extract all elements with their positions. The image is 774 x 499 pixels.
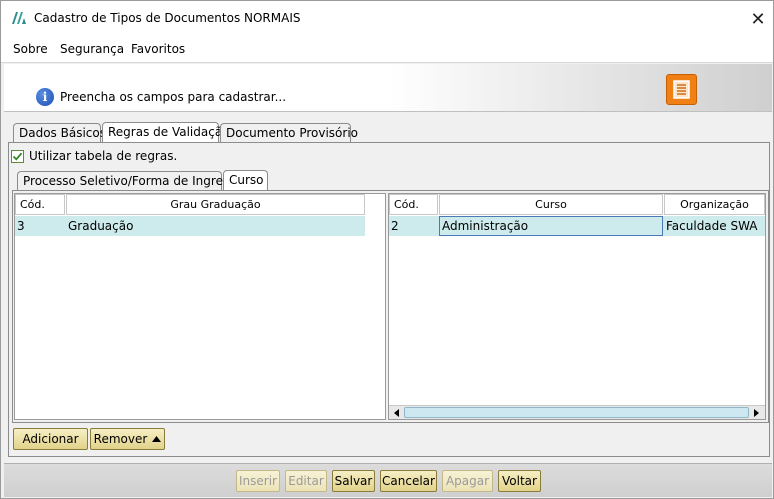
column-header-cod[interactable]: Cód. — [389, 194, 438, 215]
menu-bar: Sobre Segurança Favoritos — [1, 37, 773, 63]
remover-label: Remover — [93, 432, 148, 446]
document-list-button[interactable] — [666, 74, 697, 105]
checkmark-icon — [12, 152, 23, 161]
content-area: Dados Básicos Regras de Validação Docume… — [4, 113, 772, 461]
tab-curso[interactable]: Curso — [223, 170, 268, 191]
inserir-button[interactable]: Inserir — [236, 470, 280, 492]
tab-regras-validacao[interactable]: Regras de Validação — [102, 122, 230, 143]
caret-up-icon — [152, 436, 162, 442]
tab-processo-seletivo[interactable]: Processo Seletivo/Forma de Ingresso — [17, 171, 243, 191]
table-row[interactable]: 2 Administração Faculdade SWA — [389, 216, 765, 236]
utilizar-tabela-label: Utilizar tabela de regras. — [29, 149, 178, 163]
editar-button[interactable]: Editar — [285, 470, 327, 492]
cancelar-button[interactable]: Cancelar — [380, 470, 437, 492]
horizontal-scrollbar[interactable] — [389, 405, 765, 419]
column-header-cod[interactable]: Cód. — [15, 194, 65, 215]
tab-dados-basicos[interactable]: Dados Básicos — [13, 123, 106, 143]
cell-organizacao: Faculdade SWA — [666, 219, 758, 233]
cell-cod: 3 — [17, 219, 25, 233]
document-list-icon — [673, 80, 690, 99]
menu-item-favoritos[interactable]: Favoritos — [131, 42, 185, 56]
column-header-curso[interactable]: Curso — [439, 194, 663, 215]
info-message: Preencha os campos para cadastrar... — [60, 90, 287, 104]
remover-button[interactable]: Remover — [90, 428, 165, 450]
table-row[interactable]: 3 Graduação — [15, 216, 365, 236]
voltar-button[interactable]: Voltar — [498, 470, 541, 492]
curso-table: Cód. Curso Organização 2 Administração F… — [388, 193, 766, 420]
grau-table: Cód. Grau Graduação 3 Graduação — [14, 193, 386, 420]
scroll-left-icon[interactable] — [391, 407, 403, 419]
tab-documento-provisorio[interactable]: Documento Provisório — [220, 123, 358, 143]
app-logo-icon — [11, 11, 27, 25]
app-window: Cadastro de Tipos de Documentos NORMAIS … — [0, 0, 774, 499]
cell-grau: Graduação — [68, 219, 134, 233]
menu-item-seguranca[interactable]: Segurança — [60, 42, 124, 56]
title-bar: Cadastro de Tipos de Documentos NORMAIS … — [1, 1, 773, 37]
cell-cod: 2 — [391, 219, 399, 233]
column-header-organizacao[interactable]: Organização — [664, 194, 765, 215]
column-header-grau[interactable]: Grau Graduação — [66, 194, 365, 215]
salvar-button[interactable]: Salvar — [332, 470, 375, 492]
apagar-button[interactable]: Apagar — [442, 470, 493, 492]
info-icon: i — [36, 88, 54, 106]
utilizar-tabela-checkbox[interactable] — [11, 150, 24, 163]
info-bar: i Preencha os campos para cadastrar... — [4, 64, 772, 112]
footer-toolbar: Inserir Editar Salvar Cancelar Apagar Vo… — [4, 463, 772, 497]
cell-curso[interactable]: Administração — [439, 216, 663, 236]
scrollbar-thumb[interactable] — [404, 407, 749, 418]
close-icon[interactable]: ✕ — [743, 1, 773, 37]
adicionar-button[interactable]: Adicionar — [13, 428, 88, 450]
window-title: Cadastro de Tipos de Documentos NORMAIS — [34, 11, 301, 25]
adicionar-label: Adicionar — [22, 432, 79, 446]
scroll-right-icon[interactable] — [750, 407, 762, 419]
menu-item-sobre[interactable]: Sobre — [13, 42, 48, 56]
